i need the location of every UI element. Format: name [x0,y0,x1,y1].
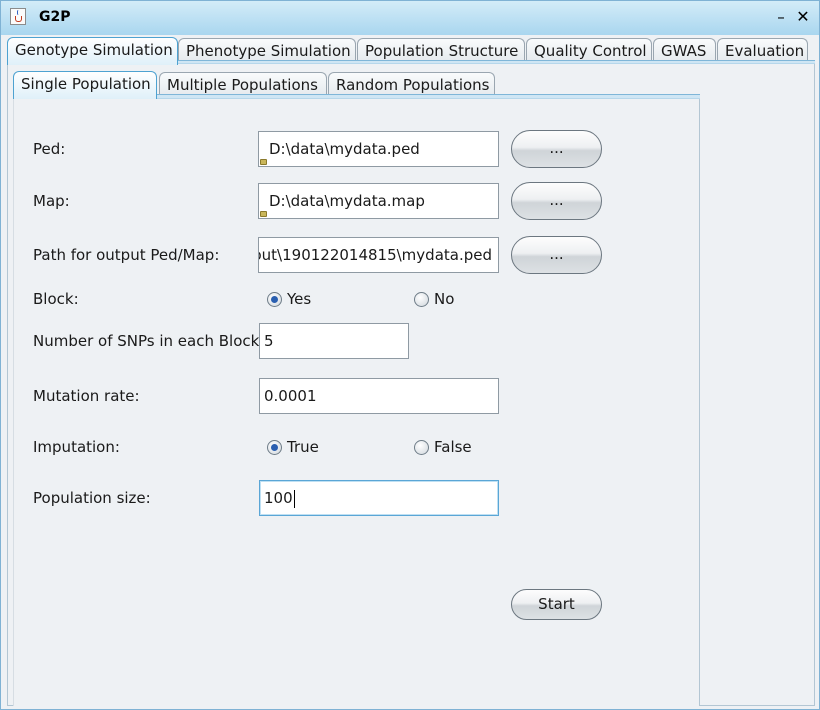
snps-per-block-value: 5 [264,332,274,350]
snps-per-block-input[interactable]: 5 [259,323,409,359]
ped-file-value: D:\data\mydata.ped [269,140,420,158]
mutation-rate-label: Mutation rate: [33,387,140,405]
block-yes-radio[interactable] [267,292,282,307]
text-caret [293,489,295,508]
block-label: Block: [33,290,79,308]
block-no-label[interactable]: No [434,290,454,308]
map-browse-button[interactable]: ... [511,182,602,220]
lock-icon [260,211,267,217]
output-path-input[interactable]: out\190122014815\mydata.ped [258,237,499,273]
block-no-radio[interactable] [414,292,429,307]
mutation-rate-input[interactable]: 0.0001 [259,378,499,414]
close-icon[interactable]: ✕ [793,7,813,27]
window-title: G2P [39,9,71,25]
map-file-value: D:\data\mydata.map [269,192,425,210]
minimize-icon[interactable]: – [771,7,791,27]
ped-file-input[interactable]: D:\data\mydata.ped [258,131,499,167]
imputation-false-label[interactable]: False [434,438,472,456]
tab-single-population[interactable]: Single Population [13,71,157,99]
app-window: G2P – ✕ Genotype Simulation Phenotype Si… [0,0,820,710]
snps-per-block-label: Number of SNPs in each Block: [33,332,265,350]
start-button[interactable]: Start [511,589,602,620]
population-size-input[interactable]: 100 [259,480,499,516]
population-size-value: 100 [264,489,293,507]
output-browse-button[interactable]: ... [511,236,602,274]
population-size-label: Population size: [33,489,151,507]
title-bar[interactable]: G2P – ✕ [1,1,819,35]
imputation-false-radio[interactable] [414,440,429,455]
java-cup-icon [10,8,26,25]
imputation-true-label[interactable]: True [287,438,319,456]
block-yes-label[interactable]: Yes [287,290,311,308]
lock-icon [260,159,267,165]
imputation-true-radio[interactable] [267,440,282,455]
output-path-label: Path for output Ped/Map: [33,246,220,264]
map-file-input[interactable]: D:\data\mydata.map [258,183,499,219]
output-path-value: out\190122014815\mydata.ped [258,246,492,264]
tab-genotype-simulation[interactable]: Genotype Simulation [7,37,178,65]
imputation-label: Imputation: [33,438,120,456]
ped-browse-button[interactable]: ... [511,130,602,168]
mutation-rate-value: 0.0001 [264,387,317,405]
ped-label: Ped: [33,140,66,158]
map-label: Map: [33,192,70,210]
